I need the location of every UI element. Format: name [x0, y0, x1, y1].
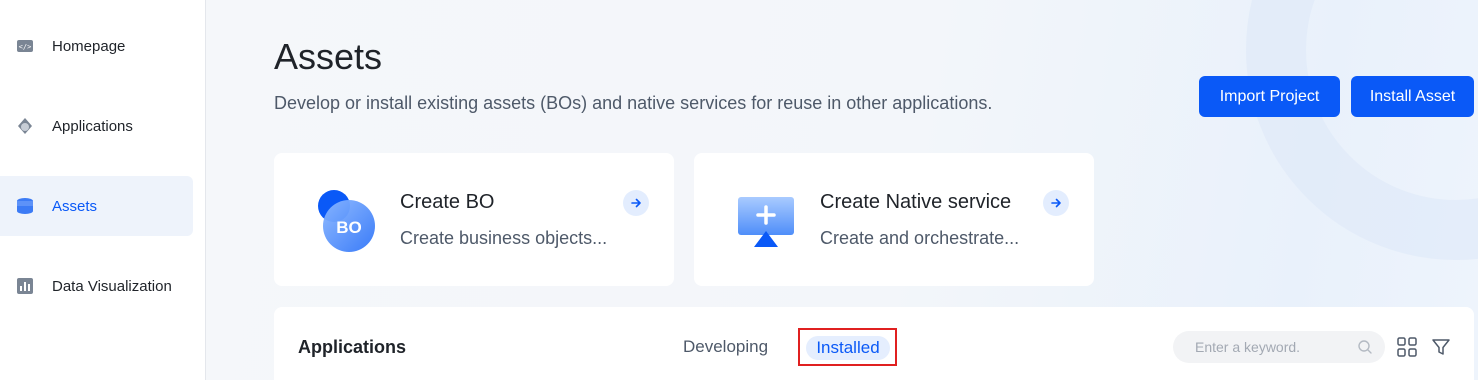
svg-text:</>: </> — [19, 43, 32, 51]
arrow-right-icon[interactable] — [1043, 190, 1069, 216]
applications-panel: Applications Developing Installed — [274, 307, 1474, 380]
panel-title: Applications — [298, 337, 407, 357]
main-content: Assets Develop or install existing asset… — [206, 0, 1478, 380]
database-icon — [14, 195, 36, 217]
sidebar: </> Homepage Applications Assets Data Vi… — [0, 0, 206, 380]
card-title: Create BO — [400, 191, 495, 213]
grid-view-icon[interactable] — [1396, 336, 1418, 358]
card-description: Create business objects... — [400, 228, 608, 248]
sidebar-item-label: Applications — [52, 117, 133, 135]
sidebar-item-data-visualization[interactable]: Data Visualization — [0, 256, 193, 316]
native-service-icon — [734, 189, 798, 253]
code-icon: </> — [14, 35, 36, 57]
highlight-box: Installed — [798, 328, 897, 366]
filter-icon[interactable] — [1430, 336, 1452, 358]
import-project-button[interactable]: Import Project — [1199, 76, 1340, 117]
tab-installed[interactable]: Installed — [806, 336, 890, 360]
sidebar-item-label: Homepage — [52, 37, 126, 55]
create-bo-card[interactable]: BO Create BO Create business objects... — [274, 153, 674, 286]
sidebar-item-label: Data Visualization — [52, 277, 172, 295]
page-title: Assets — [274, 36, 383, 77]
tab-developing[interactable]: Developing — [683, 337, 768, 357]
sidebar-item-applications[interactable]: Applications — [0, 96, 193, 156]
bar-chart-icon — [14, 275, 36, 297]
bo-icon: BO — [314, 189, 378, 253]
arrow-right-icon[interactable] — [623, 190, 649, 216]
background-decoration — [1246, 0, 1478, 260]
create-native-service-card[interactable]: Create Native service Create and orchest… — [694, 153, 1094, 286]
card-description: Create and orchestrate... — [820, 228, 1020, 248]
search-icon[interactable] — [1357, 339, 1373, 355]
svg-text:BO: BO — [336, 218, 362, 237]
applications-icon — [14, 115, 36, 137]
install-asset-button[interactable]: Install Asset — [1351, 76, 1474, 117]
card-title: Create Native service — [820, 191, 1012, 213]
sidebar-item-homepage[interactable]: </> Homepage — [0, 16, 193, 76]
search-input[interactable] — [1173, 331, 1385, 363]
sidebar-item-assets[interactable]: Assets — [0, 176, 193, 236]
page-description: Develop or install existing assets (BOs)… — [274, 93, 993, 113]
sidebar-item-label: Assets — [52, 197, 98, 215]
